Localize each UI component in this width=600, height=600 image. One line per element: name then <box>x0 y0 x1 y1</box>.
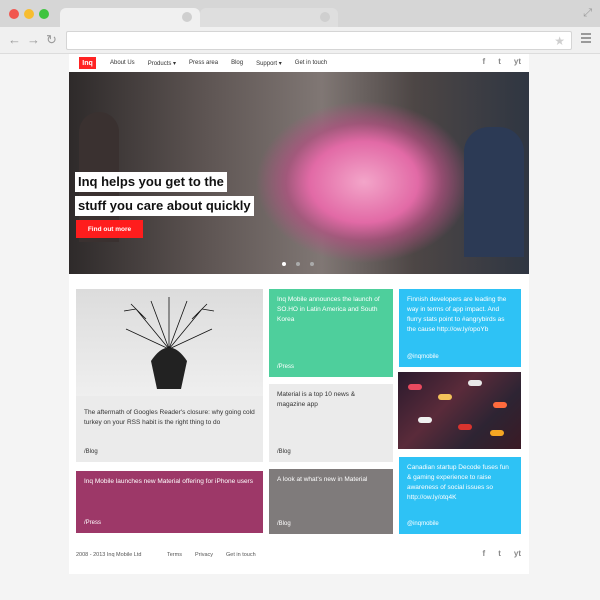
tree-sculpture-image[interactable] <box>76 289 263 396</box>
hero-headline-line: stuff you care about quickly <box>75 196 254 216</box>
shoe-shape <box>493 402 507 408</box>
blog-card-google-reader[interactable]: The aftermath of Googles Reader's closur… <box>76 396 263 462</box>
address-bar[interactable]: ★ <box>66 31 572 50</box>
card-tag[interactable]: @inqmobile <box>407 521 439 527</box>
carousel-dot[interactable] <box>296 262 300 266</box>
card-title: Material is a top 10 news & magazine app <box>277 391 356 408</box>
nav-get-in-touch[interactable]: Get in touch <box>295 60 327 67</box>
browser-titlebar: ⤢ <box>0 0 600 27</box>
card-title: Inq Mobile announces the launch of SO.HO… <box>277 296 380 323</box>
tab-close-icon[interactable] <box>320 12 330 22</box>
press-card-soho-launch[interactable]: Inq Mobile announces the launch of SO.HO… <box>269 289 393 377</box>
nav-support[interactable]: Support ▾ <box>256 60 282 67</box>
browser-tab-active[interactable] <box>60 8 200 27</box>
hero-banner: Inq helps you get to the stuff you care … <box>69 72 529 274</box>
card-title: The aftermath of Googles Reader's closur… <box>84 409 255 426</box>
card-tag[interactable]: /Press <box>277 364 294 370</box>
footer-terms-link[interactable]: Terms <box>167 552 182 558</box>
menu-icon[interactable] <box>581 33 591 45</box>
twitter-icon[interactable]: t <box>498 57 501 67</box>
web-page: Inq About Us Products ▾ Press area Blog … <box>69 54 529 574</box>
copyright-text: 2008 - 2013 Inq Mobile Ltd <box>76 552 142 558</box>
carousel-dot[interactable] <box>282 262 286 266</box>
footer-get-in-touch-link[interactable]: Get in touch <box>226 552 256 558</box>
tweet-card-finnish-developers[interactable]: Finnish developers are leading the way i… <box>399 289 521 367</box>
hero-headline: Inq helps you get to the stuff you care … <box>75 172 254 220</box>
hero-background-person <box>464 127 524 257</box>
carousel-dots <box>282 262 324 266</box>
hero-headline-line: Inq helps you get to the <box>75 172 227 192</box>
top-navigation: Inq About Us Products ▾ Press area Blog … <box>69 54 529 72</box>
nav-press-area[interactable]: Press area <box>189 60 218 67</box>
browser-toolbar: ← → ↻ ★ <box>0 27 600 54</box>
card-tag[interactable]: /Press <box>84 520 101 526</box>
shoe-shape <box>458 424 472 430</box>
nav-products[interactable]: Products ▾ <box>148 60 176 67</box>
card-tag[interactable]: /Blog <box>277 521 291 527</box>
card-tag[interactable]: /Blog <box>84 449 98 455</box>
card-title: Finnish developers are leading the way i… <box>407 296 507 333</box>
youtube-icon[interactable]: yt <box>514 549 521 559</box>
shoe-shape <box>408 384 422 390</box>
tab-close-icon[interactable] <box>182 12 192 22</box>
nav-blog[interactable]: Blog <box>231 60 243 67</box>
page-footer: 2008 - 2013 Inq Mobile Ltd Terms Privacy… <box>69 544 529 564</box>
find-out-more-button[interactable]: Find out more <box>76 220 143 238</box>
card-title: A look at what's new in Material <box>277 476 368 483</box>
press-card-material-iphone[interactable]: Inq Mobile launches new Material offerin… <box>76 471 263 533</box>
shoe-shape <box>418 417 432 423</box>
inq-logo[interactable]: Inq <box>79 57 96 69</box>
browser-tab-inactive[interactable] <box>200 8 338 27</box>
blog-card-whats-new[interactable]: A look at what's new in Material /Blog <box>269 469 393 534</box>
youtube-icon[interactable]: yt <box>514 57 521 67</box>
nav-about-us[interactable]: About Us <box>110 60 135 67</box>
maximize-window-icon[interactable] <box>39 9 49 19</box>
card-title: Inq Mobile launches new Material offerin… <box>84 478 253 485</box>
forward-arrow-icon[interactable]: → <box>27 32 40 48</box>
carousel-dot[interactable] <box>310 262 314 266</box>
star-icon[interactable]: ★ <box>554 34 565 48</box>
back-arrow-icon[interactable]: ← <box>8 32 21 48</box>
tweet-card-decode-startup[interactable]: Canadian startup Decode fuses fun & gami… <box>399 457 521 534</box>
fullscreen-icon[interactable]: ⤢ <box>583 7 592 20</box>
facebook-icon[interactable]: f <box>483 549 486 559</box>
shoe-shape <box>490 430 504 436</box>
shoe-shape <box>468 380 482 386</box>
close-window-icon[interactable] <box>9 9 19 19</box>
card-title: Canadian startup Decode fuses fun & gami… <box>407 464 509 501</box>
minimize-window-icon[interactable] <box>24 9 34 19</box>
shoe-shape <box>438 394 452 400</box>
blog-card-material-top10[interactable]: Material is a top 10 news & magazine app… <box>269 384 393 462</box>
footer-privacy-link[interactable]: Privacy <box>195 552 213 558</box>
sneakers-image[interactable] <box>398 372 521 449</box>
card-tag[interactable]: @inqmobile <box>407 354 439 360</box>
twitter-icon[interactable]: t <box>498 549 501 559</box>
facebook-icon[interactable]: f <box>483 57 486 67</box>
reload-icon[interactable]: ↻ <box>46 32 57 48</box>
card-tag[interactable]: /Blog <box>277 449 291 455</box>
